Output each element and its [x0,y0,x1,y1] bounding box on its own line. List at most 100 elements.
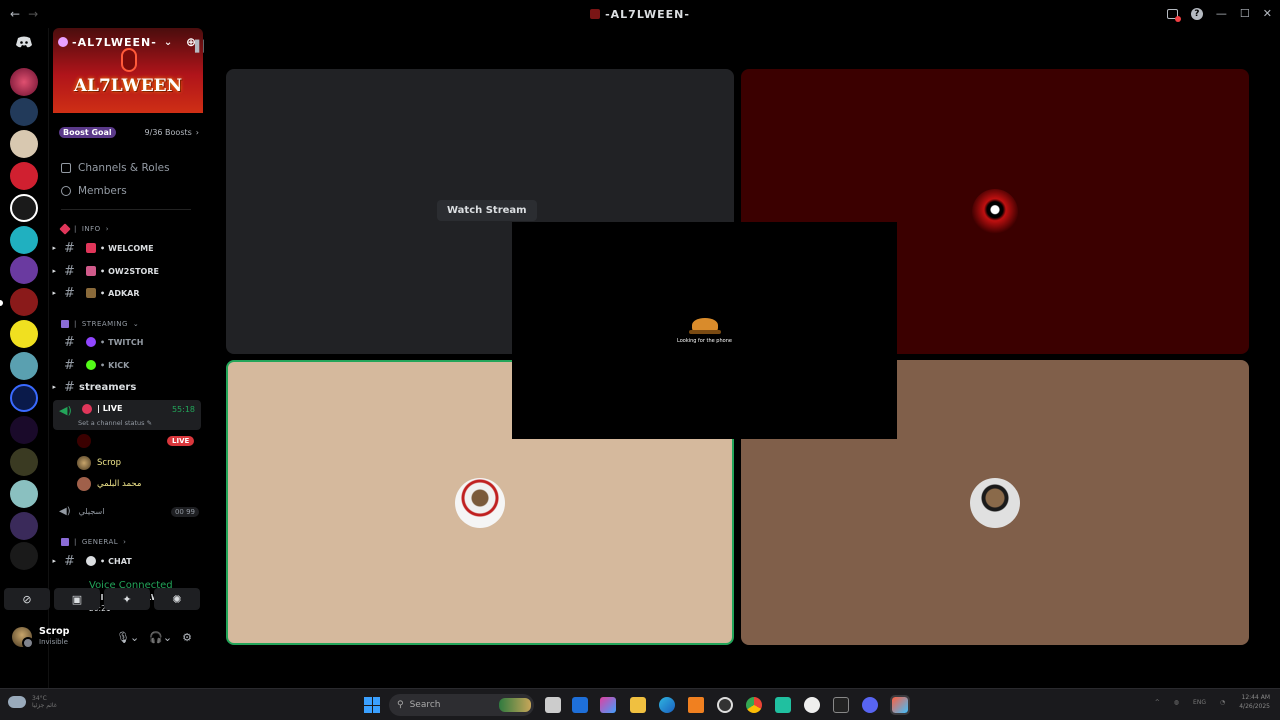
voice-user-2[interactable]: محمد البلمي [77,475,141,493]
back-arrow-icon[interactable]: ← [10,7,20,21]
voice-channel-2[interactable]: ◀) اسجيلي 00 99 [59,506,199,517]
server-header[interactable]: -AL7LWEEN- ⌄ ⊕ [58,35,197,49]
weather-desc: غائم جزئيا [32,702,57,709]
discord-home-icon[interactable] [10,28,38,56]
server-icon-12[interactable] [10,416,38,444]
help-icon[interactable]: ? [1190,7,1203,20]
soundboard-button[interactable]: ✺ [154,588,200,610]
maximize-button[interactable]: ☐ [1240,7,1250,20]
clock-date: 4/26/2025 [1239,703,1270,710]
forward-arrow-icon[interactable]: → [28,7,38,21]
watch-stream-button[interactable]: Watch Stream [437,200,537,221]
voice-user-scrop[interactable]: Scrop [77,454,121,472]
category-streaming[interactable]: | STREAMING ⌄ [61,320,139,328]
server-icon-10[interactable] [10,352,38,380]
channel-kick-label: KICK [108,360,130,370]
adkar-emoji-icon [86,288,96,298]
stream-preview-popup[interactable]: Looking for the phone [512,222,897,439]
vlc-icon[interactable] [688,697,704,713]
voice-user-streamer[interactable] [77,432,91,450]
task-view-icon[interactable] [545,697,561,713]
members-icon [61,186,71,196]
clock-time: 12:44 AM [1241,694,1270,701]
server-icon-11[interactable] [10,384,38,412]
channel-ow2store[interactable]: ▸ # • OW2STORE [49,261,205,281]
avatar [77,434,91,448]
active-app-icon[interactable] [890,695,910,715]
channel-status[interactable]: Set a channel status ✎ [78,419,152,427]
windows-start-icon[interactable] [364,697,380,713]
voice-channel-timer: 55:18 [171,405,195,414]
chevron-down-icon: ⌄ [163,36,174,48]
server-icon-8[interactable] [10,288,38,316]
epic-games-icon[interactable] [833,697,849,713]
edge-icon[interactable] [659,697,675,713]
microphone-icon[interactable]: 🎙⌄ [116,631,139,644]
chrome-icon[interactable] [746,697,762,713]
copilot-icon[interactable] [600,697,616,713]
server-icon-7[interactable] [10,256,38,284]
avatar[interactable] [12,627,34,649]
server-banner[interactable]: -AL7LWEEN- ⌄ ⊕ AL7LWEEN [53,28,203,113]
channels-roles-label: Channels & Roles [78,162,170,174]
server-icon-4[interactable] [10,162,38,190]
search-icon: ⚲ [397,700,404,710]
clock[interactable]: 12:44 AM 4/26/2025 [1239,693,1270,711]
voice-channel-live[interactable]: ◀) | LIVE 55:18 Set a channel status ✎ [53,400,201,430]
steam-icon[interactable] [717,697,733,713]
server-icon-6[interactable] [10,226,38,254]
user-info[interactable]: Scrop Invisible [39,626,70,648]
server-icon-16[interactable] [10,542,38,570]
channels-roles-item[interactable]: Channels & Roles [61,162,170,174]
close-button[interactable]: ✕ [1263,7,1272,20]
headphones-icon[interactable]: 🎧⌄ [149,631,172,644]
category-info[interactable]: | INFO › [59,223,109,235]
system-tray: ^ ◍ ENG ◔ 12:44 AM 4/26/2025 [1155,693,1270,711]
taskbar-search[interactable]: ⚲ Search [389,694,534,716]
server-icon-15[interactable] [10,512,38,540]
channel-welcome[interactable]: ▸ # • WELCOME [49,238,205,258]
channel-adkar[interactable]: ▸ # • ADKAR [49,283,205,303]
channel-streamers[interactable]: ▸ # streamers [49,377,205,397]
server-icon-5[interactable] [10,194,38,222]
channel-kick[interactable]: # • KICK [49,355,205,375]
hash-icon: # [64,263,75,279]
network-icon[interactable]: ◍ [1174,699,1179,706]
inbox-icon[interactable] [1166,8,1181,22]
hash-icon: # [64,240,75,256]
server-icon-13[interactable] [10,448,38,476]
server-icon-1[interactable] [10,68,38,96]
avatar [77,477,91,491]
cloud-icon [8,696,26,708]
voice-channel-2-name: اسجيلي [78,507,105,516]
activities-button[interactable]: ✦ [104,588,150,610]
server-icon-14[interactable] [10,480,38,508]
language-indicator[interactable]: ENG [1193,699,1206,706]
gear-icon[interactable]: ⚙ [182,631,192,644]
minimize-button[interactable]: — [1216,7,1227,20]
file-explorer-icon[interactable] [630,697,646,713]
channel-twitch[interactable]: # • TWITCH [49,332,205,352]
wifi-icon[interactable]: ◔ [1220,699,1225,706]
category-general[interactable]: | GENERAL › [61,538,126,546]
chevron-up-icon[interactable]: ^ [1155,699,1160,706]
server-icon-2[interactable] [10,98,38,126]
hash-icon: # [64,334,75,350]
server-icon-9[interactable] [10,320,38,348]
app-icon-3[interactable] [804,697,820,713]
app-icon[interactable] [572,697,588,713]
camera-off-button[interactable]: ⊘ [4,588,50,610]
category-general-label: GENERAL [81,538,119,546]
server-name: -AL7LWEEN- [72,35,157,49]
weather-widget[interactable]: 34°C غائم جزئيا [8,695,57,709]
server-icon-3[interactable] [10,130,38,158]
channels-icon [61,163,71,173]
boost-goal[interactable]: Boost Goal 9/36 Boosts › [59,125,199,139]
channel-chat[interactable]: ▸ # • CHAT [49,551,205,571]
loading-animal-icon [688,317,721,334]
members-item[interactable]: Members [61,185,127,197]
share-screen-button[interactable]: ▣ [54,588,100,610]
user-limit-badge: 00 99 [170,506,199,517]
discord-taskbar-icon[interactable] [862,697,878,713]
app-icon-2[interactable] [775,697,791,713]
